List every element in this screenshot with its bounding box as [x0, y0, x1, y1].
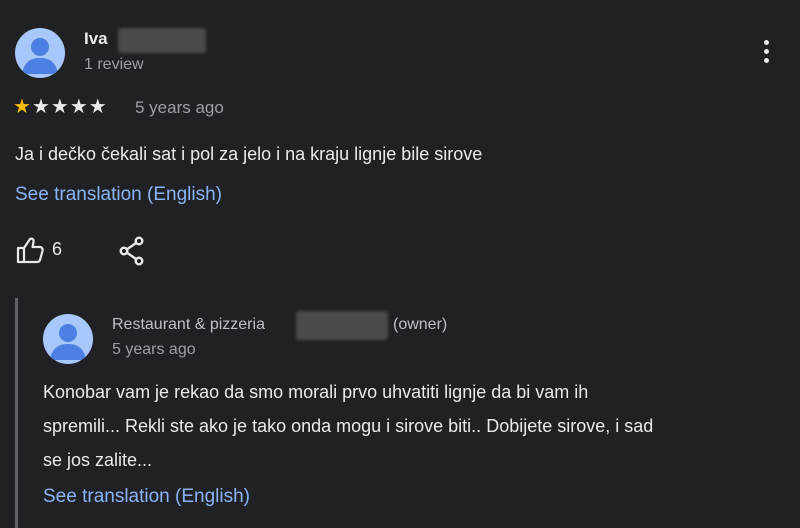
reply-time: 5 years ago	[112, 341, 196, 358]
redacted-business-name	[296, 311, 388, 340]
reply-text: Konobar vam je rekao da smo morali prvo …	[43, 375, 793, 477]
review-text: Ja i dečko čekali sat i pol za jelo i na…	[15, 144, 483, 164]
like-count: 6	[52, 239, 63, 259]
reply-text-line: spremili... Rekli ste ako je tako onda m…	[43, 416, 654, 436]
reply-see-translation-link[interactable]: See translation (English)	[43, 486, 250, 508]
owner-role: (owner)	[393, 316, 448, 333]
reviewer-avatar[interactable]	[15, 28, 65, 78]
person-icon	[50, 324, 86, 360]
reviewer-review-count: 1 review	[84, 56, 144, 73]
redacted-surname	[118, 28, 206, 53]
see-translation-link[interactable]: See translation (English)	[15, 184, 222, 206]
star-empty-icon: ★	[88, 96, 108, 118]
star-empty-icon: ★	[69, 96, 89, 118]
thumb-up-icon[interactable]	[15, 236, 45, 269]
star-filled-icon: ★	[13, 96, 32, 118]
star-rating: ★★★★★	[13, 94, 108, 119]
person-icon	[22, 38, 58, 74]
reviewer-name[interactable]: Iva	[84, 29, 108, 49]
star-empty-icon: ★	[50, 96, 70, 118]
reply-divider	[15, 298, 18, 528]
owner-avatar[interactable]	[43, 314, 93, 364]
owner-name[interactable]: Restaurant & pizzeria	[112, 316, 265, 334]
reply-text-line: Konobar vam je rekao da smo morali prvo …	[43, 382, 589, 402]
share-icon[interactable]	[118, 236, 146, 271]
reply-text-line: se jos zalite...	[43, 450, 153, 470]
star-empty-icon: ★	[31, 96, 51, 118]
more-vert-icon[interactable]	[764, 40, 769, 63]
review-time: 5 years ago	[135, 98, 224, 117]
